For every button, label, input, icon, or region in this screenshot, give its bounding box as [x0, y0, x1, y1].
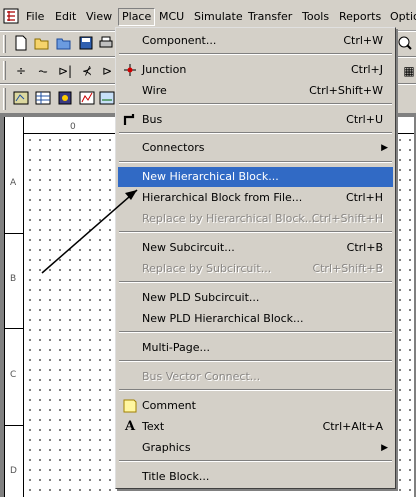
row-divider: [4, 328, 24, 329]
menu-separator: [119, 161, 392, 163]
menu-item-graphics[interactable]: Graphics ▶: [118, 438, 393, 458]
multisim-app-icon[interactable]: [3, 8, 19, 24]
ground-icon[interactable]: ÷: [12, 62, 30, 80]
submenu-arrow-icon: ▶: [381, 143, 388, 153]
print-icon[interactable]: [97, 35, 115, 53]
save-icon[interactable]: [77, 35, 95, 53]
row-label-d: D: [10, 466, 17, 476]
menu-simulate[interactable]: Simulate: [194, 9, 243, 26]
bus-tool-icon[interactable]: ▦: [400, 62, 416, 80]
menu-item-title-block[interactable]: Title Block...: [118, 467, 393, 487]
menu-options[interactable]: Optio: [390, 9, 416, 26]
menu-separator: [119, 103, 392, 105]
menu-item-hierarchical-block-from-file[interactable]: Hierarchical Block from File... Ctrl+H: [118, 188, 393, 208]
menu-separator: [119, 360, 392, 362]
menu-view[interactable]: View: [86, 9, 112, 26]
menu-item-new-pld-subcircuit[interactable]: New PLD Subcircuit...: [118, 288, 393, 308]
opamp-icon[interactable]: ⊳: [98, 62, 116, 80]
row-label-a: A: [10, 178, 17, 188]
menu-separator: [119, 281, 392, 283]
open-samples-icon[interactable]: [55, 35, 73, 53]
menu-item-comment[interactable]: Comment: [118, 396, 393, 416]
menu-mcu[interactable]: MCU: [159, 9, 184, 26]
row-divider: [4, 233, 24, 234]
menu-file[interactable]: File: [26, 9, 44, 26]
database-manager-icon[interactable]: [56, 90, 74, 108]
menu-item-replace-by-subcircuit: Replace by Subcircuit... Ctrl+Shift+B: [142, 262, 383, 275]
menu-item-new-subcircuit[interactable]: New Subcircuit... Ctrl+B: [118, 238, 393, 258]
menu-item-component[interactable]: Component... Ctrl+W: [118, 31, 393, 51]
zoom-icon[interactable]: [396, 35, 414, 53]
place-menu-dropdown: Component... Ctrl+W Junction Ctrl+J Wire Ct…: [115, 27, 396, 489]
new-file-icon[interactable]: [12, 35, 30, 53]
toolbar-grip[interactable]: [3, 61, 6, 80]
junction-icon: [122, 62, 138, 78]
menu-item-wire[interactable]: Wire Ctrl+Shift+W: [118, 81, 393, 101]
transistor-icon[interactable]: ⊀: [78, 62, 96, 80]
sheet-left-border: [4, 117, 24, 497]
menu-separator: [119, 331, 392, 333]
menu-item-multi-page[interactable]: Multi-Page...: [118, 338, 393, 358]
menu-transfer[interactable]: Transfer: [248, 9, 292, 26]
menu-item-junction[interactable]: Junction Ctrl+J: [118, 60, 393, 80]
submenu-arrow-icon: ▶: [381, 443, 388, 453]
menu-tools[interactable]: Tools: [302, 9, 329, 26]
menu-item-replace-by-hierarchical-block: Replace by Hierarchical Block... Ctrl+Shi…: [142, 212, 383, 225]
menu-separator: [119, 389, 392, 391]
menu-edit[interactable]: Edit: [55, 9, 76, 26]
menu-separator: [119, 460, 392, 462]
menu-separator: [119, 132, 392, 134]
toolbar-grip[interactable]: [3, 88, 6, 110]
row-label-c: C: [10, 370, 17, 380]
spreadsheet-view-icon[interactable]: [34, 90, 52, 108]
menu-item-text[interactable]: A Text Ctrl+Alt+A: [118, 417, 393, 437]
row-divider: [4, 425, 24, 426]
menu-reports[interactable]: Reports: [339, 9, 381, 26]
toolbar-grip[interactable]: [3, 35, 6, 53]
menu-item-bus-vector-connect: Bus Vector Connect...: [142, 370, 261, 383]
text-tool-icon: A: [124, 419, 136, 434]
row-label-b: B: [10, 274, 17, 284]
grapher-icon[interactable]: [78, 90, 96, 108]
column-label: 0: [70, 122, 76, 132]
open-folder-icon[interactable]: [33, 35, 51, 53]
comment-note-icon: [122, 398, 138, 414]
menu-item-connectors[interactable]: Connectors ▶: [118, 138, 393, 158]
menu-item-new-hierarchical-block[interactable]: New Hierarchical Block...: [118, 167, 393, 187]
menu-separator: [119, 53, 392, 55]
postprocessor-icon[interactable]: [98, 90, 116, 108]
menu-item-bus[interactable]: Bus Ctrl+U: [118, 110, 393, 130]
menu-item-new-pld-hierarchical-block[interactable]: New PLD Hierarchical Block...: [118, 309, 393, 329]
resistor-icon[interactable]: ⏦: [34, 62, 52, 80]
bus-icon: [122, 112, 138, 128]
menu-separator: [119, 231, 392, 233]
diode-icon[interactable]: ⊳|: [56, 62, 74, 80]
menu-place[interactable]: Place: [118, 8, 156, 26]
design-toolbox-icon[interactable]: [12, 90, 30, 108]
